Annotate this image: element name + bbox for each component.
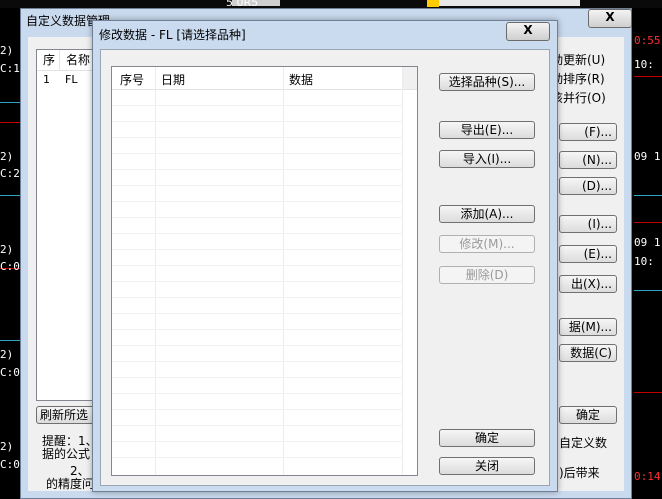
bg-left-text: 2) — [0, 44, 14, 57]
column-header-data[interactable]: 数据 — [289, 71, 313, 88]
bg-left-text: C:2 — [0, 167, 20, 180]
outer-button-d[interactable]: (D)... — [559, 177, 617, 195]
column-header-date[interactable]: 日期 — [161, 71, 185, 88]
bg-right-text: 09 1 — [634, 150, 661, 163]
bg-right-text: 0:14 — [634, 470, 661, 483]
outer-button-e[interactable]: (E)... — [559, 245, 617, 263]
import-button[interactable]: 导入(I)... — [439, 150, 535, 168]
close-icon: X — [605, 10, 615, 24]
outer-button-i[interactable]: (I)... — [559, 215, 617, 233]
auto-sort-checkbox-label[interactable]: 动排序(R) — [551, 70, 605, 87]
dialog-close-button[interactable]: X — [506, 22, 550, 41]
outer-button-n[interactable]: (N)... — [559, 151, 617, 169]
column-header-index[interactable]: 序号 — [120, 71, 144, 88]
bg-right-text: 09 1 — [634, 236, 661, 249]
outer-button-m[interactable]: 据(M)... — [559, 318, 617, 336]
modify-button[interactable]: 修改(M)... — [439, 235, 535, 253]
list-item[interactable]: 1 FL — [37, 71, 95, 89]
dialog-body: 序号 日期 数据 选择品种(S)... 导出(E)... 导入(I)... 添加… — [100, 49, 550, 486]
dialog-title: 修改数据 - FL [请选择品种] — [99, 28, 246, 42]
add-button[interactable]: 添加(A)... — [439, 205, 535, 223]
bg-right-text: 10: — [634, 255, 654, 268]
ok-button[interactable]: 确定 — [439, 429, 535, 447]
select-variety-button[interactable]: 选择品种(S)... — [439, 73, 535, 91]
note-line-4: 的精度问 — [46, 477, 95, 491]
parallel-checkbox-label[interactable]: 该并行(O) — [551, 89, 606, 106]
yellow-marker — [427, 0, 439, 7]
list-cell: FL — [65, 73, 78, 86]
outer-button-f[interactable]: (F)... — [559, 123, 617, 141]
bg-left-text: 2) — [0, 150, 14, 163]
outer-close-button[interactable]: X — [588, 9, 632, 28]
custom-data-list[interactable]: 序 名称 1 FL — [36, 49, 96, 401]
note-line-2: 据的公式 — [42, 447, 91, 461]
modify-data-dialog: 修改数据 - FL [请选择品种] X 序号 日期 数据 选择品种(S)... … — [92, 20, 558, 492]
outer-ok-button[interactable]: 确定 — [559, 406, 617, 424]
auto-update-checkbox-label[interactable]: 动更新(U) — [551, 51, 605, 68]
bg-right-text: 10: — [634, 58, 654, 71]
delete-button[interactable]: 删除(D) — [439, 266, 535, 284]
list-header-cell[interactable]: 名称 — [60, 50, 90, 70]
bg-left-text: C:1 — [0, 62, 20, 75]
note-right-2: )后带来 — [559, 466, 600, 480]
bg-left-text: 2) — [0, 348, 14, 361]
bg-left-text: C:0 — [0, 366, 20, 379]
grid-header-filler — [402, 67, 417, 89]
bg-left-text: C:0 — [0, 260, 20, 273]
list-header: 序 名称 — [37, 50, 95, 71]
refresh-selected-button[interactable]: 刷新所选 — [36, 406, 96, 424]
list-header-cell[interactable]: 序 — [37, 50, 60, 70]
bg-left-text: 2) — [0, 243, 14, 256]
bg-right-text: 0:55 — [634, 34, 661, 47]
list-cell: 1 — [43, 73, 50, 86]
note-right-1: 自定义数 — [559, 436, 608, 450]
outer-button-c[interactable]: 数据(C) — [559, 344, 617, 362]
bg-left-text: C:0 — [0, 458, 20, 471]
bg-left-text: 2) — [0, 440, 14, 453]
close-icon: X — [523, 23, 533, 37]
grid-header: 序号 日期 数据 — [112, 67, 417, 90]
outer-button-x[interactable]: 出(X)... — [559, 275, 617, 293]
close-button[interactable]: 关闭 — [439, 457, 535, 475]
export-button[interactable]: 导出(E)... — [439, 121, 535, 139]
top-box-2 — [436, 0, 580, 6]
data-grid[interactable]: 序号 日期 数据 — [111, 66, 418, 476]
